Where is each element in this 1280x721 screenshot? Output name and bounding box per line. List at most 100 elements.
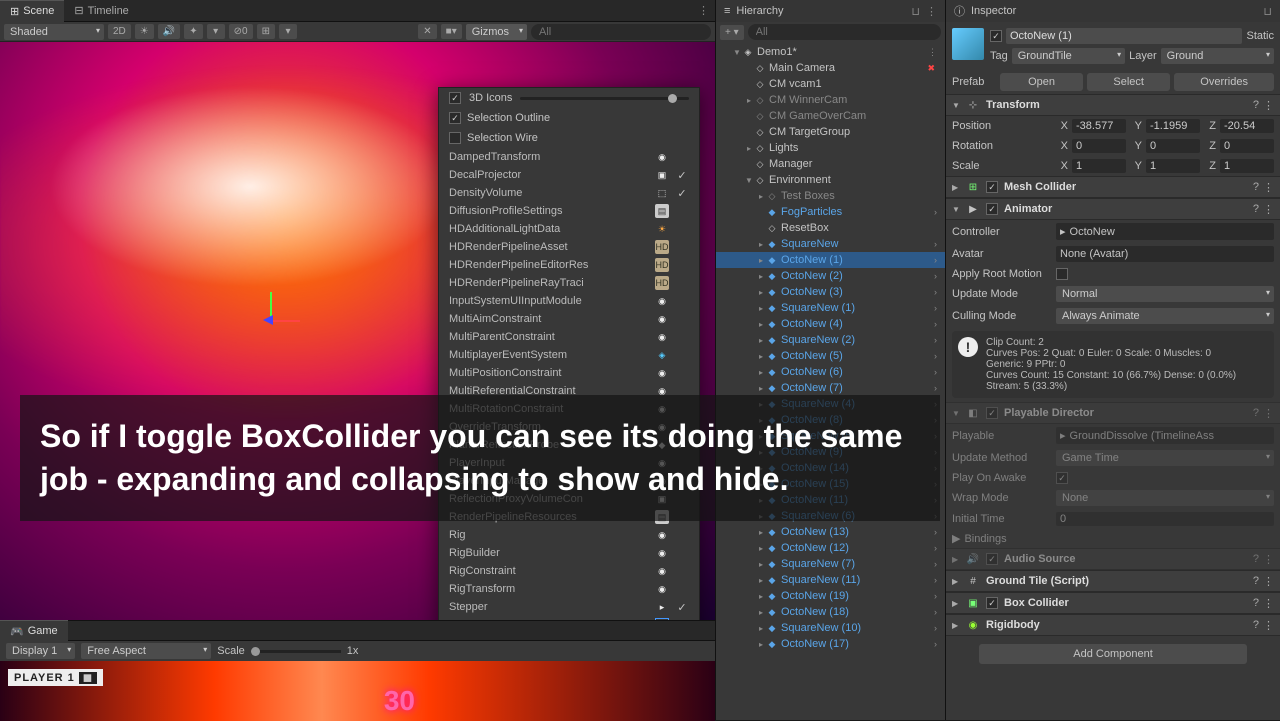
hierarchy-item[interactable]: ▸◆OctoNew (12)› [716,540,945,556]
scl-z-input[interactable]: 1 [1220,159,1274,173]
mesh-collider-toggle[interactable] [986,181,998,193]
add-component-button[interactable]: Add Component [979,644,1246,664]
hierarchy-item[interactable]: ▸◆OctoNew (19)› [716,588,945,604]
hierarchy-item[interactable]: ▸◆OctoNew (18)› [716,604,945,620]
hierarchy-item[interactable]: ▸◆OctoNew (1)› [716,252,945,268]
scale-slider[interactable] [251,650,341,653]
gizmo-item[interactable]: TextMeshProT [439,616,699,620]
fx-icon[interactable]: ✦ [184,24,202,39]
2d-toggle[interactable]: 2D [108,24,131,39]
camera-icon[interactable]: ■▾ [441,24,462,39]
display-dropdown[interactable]: Display 1 [6,643,75,659]
prefab-select-button[interactable]: Select [1087,73,1170,91]
create-dropdown[interactable]: + ▾ [720,25,744,40]
hierarchy-item[interactable]: ▸◆SquareNew› [716,236,945,252]
audio-toggle[interactable] [986,553,998,565]
help-icon[interactable]: ? [1253,99,1259,112]
gizmo-item[interactable]: HDAdditionalLightData☀ [439,220,699,238]
hierarchy-item[interactable]: ▼◇Environment [716,172,945,188]
tab-scene[interactable]: ⊞ Scene [0,0,64,22]
hierarchy-search[interactable] [748,24,941,40]
gizmo-item[interactable]: DecalProjector▣✓ [439,166,699,184]
avatar-field[interactable]: None (Avatar) [1056,246,1274,262]
shading-dropdown[interactable]: Shaded [4,24,104,40]
tab-game[interactable]: 🎮 Game [0,620,68,642]
rot-y-input[interactable]: 0 [1146,139,1200,153]
gizmo-item[interactable]: RigBuilder◉ [439,544,699,562]
go-name-input[interactable]: OctoNew (1) [1006,28,1242,44]
gizmo-item[interactable]: HDRenderPipelineRayTraciHD [439,274,699,292]
hierarchy-item[interactable]: ▸◆SquareNew (7)› [716,556,945,572]
hierarchy-item[interactable]: ▸◆OctoNew (4)› [716,316,945,332]
gizmo-item[interactable]: HDRenderPipelineAssetHD [439,238,699,256]
wrap-dropdown[interactable]: None [1056,490,1274,506]
more-icon[interactable]: ⋮ [1263,99,1274,112]
animator-header[interactable]: ▼▶ Animator ?⋮ [946,198,1280,220]
controller-field[interactable]: ▸OctoNew [1056,223,1274,240]
culling-mode-dropdown[interactable]: Always Animate [1056,308,1274,324]
gizmo-item[interactable]: Rig◉ [439,526,699,544]
gizmo-item[interactable]: MultiAimConstraint◉ [439,310,699,328]
gizmo-item[interactable]: MultiplayerEventSystem◈ [439,346,699,364]
play-awake-checkbox[interactable] [1056,472,1068,484]
rot-x-input[interactable]: 0 [1072,139,1126,153]
gizmo-item[interactable]: DensityVolume⬚✓ [439,184,699,202]
hierarchy-menu-icon[interactable]: ⋮ [926,5,937,18]
hierarchy-item[interactable]: ▸◆OctoNew (5)› [716,348,945,364]
scene-viewport[interactable]: 3D Icons Selection Outline Selection Wir… [0,42,715,620]
hierarchy-item[interactable]: ◇CM vcam1 [716,76,945,92]
prefab-overrides-button[interactable]: Overrides [1174,73,1274,91]
pos-y-input[interactable]: -1.1959 [1146,119,1200,133]
prefab-icon[interactable] [952,28,984,60]
gizmo-item[interactable]: RigTransform◉ [439,580,699,598]
gizmo-item[interactable]: HDRenderPipelineEditorResHD [439,256,699,274]
prefab-open-button[interactable]: Open [1000,73,1083,91]
hierarchy-item[interactable]: ◇CM GameOverCam [716,108,945,124]
audio-icon[interactable]: 🔊 [158,24,180,39]
layer-dropdown[interactable]: Ground [1161,48,1274,64]
sel-wire-checkbox[interactable] [449,132,461,144]
pd-update-dropdown[interactable]: Game Time [1056,450,1274,466]
rot-z-input[interactable]: 0 [1220,139,1274,153]
hierarchy-item[interactable]: ▸◆OctoNew (17)› [716,636,945,652]
aspect-dropdown[interactable]: Free Aspect [81,643,211,659]
hierarchy-item[interactable]: ◇Manager [716,156,945,172]
pos-z-input[interactable]: -20.54 [1220,119,1274,133]
playable-toggle[interactable] [986,407,998,419]
gizmos-dropdown[interactable]: Gizmos [466,24,527,40]
hierarchy-item[interactable]: ▸◇CM WinnerCam [716,92,945,108]
hierarchy-item[interactable]: ▸◆SquareNew (10)› [716,620,945,636]
hidden-icon[interactable]: ⊘0 [229,24,253,39]
fx-dd-icon[interactable]: ▾ [207,24,225,39]
go-active-checkbox[interactable] [990,30,1002,42]
hierarchy-item[interactable]: ▸◆SquareNew (11)› [716,572,945,588]
box-collider-header[interactable]: ▶▣ Box Collider?⋮ [946,592,1280,614]
hierarchy-item[interactable]: ▸◆OctoNew (6)› [716,364,945,380]
static-label[interactable]: Static [1246,30,1274,42]
bindings-label[interactable]: Bindings [964,533,1006,545]
hierarchy-list[interactable]: ▼◈Demo1*⋮◇Main Camera✖◇CM vcam1▸◇CM Winn… [716,42,945,720]
tab-menu-icon[interactable]: ⋮ [698,4,715,17]
lighting-icon[interactable]: ☀ [135,24,154,39]
mesh-collider-header[interactable]: ▶⊞ Mesh Collider ?⋮ [946,176,1280,198]
box-collider-toggle[interactable] [986,597,998,609]
audio-source-header[interactable]: ▶🔊 Audio Source?⋮ [946,548,1280,570]
grid-icon[interactable]: ⊞ [257,24,275,39]
tag-dropdown[interactable]: GroundTile [1012,48,1125,64]
sel-outline-checkbox[interactable] [449,112,461,124]
animator-toggle[interactable] [986,203,998,215]
hierarchy-item[interactable]: ▸◇Lights [716,140,945,156]
hierarchy-item[interactable]: ▸◇Test Boxes [716,188,945,204]
update-mode-dropdown[interactable]: Normal [1056,286,1274,302]
inspector-lock-icon[interactable]: ⊔ [1263,5,1272,18]
hierarchy-item[interactable]: ◇CM TargetGroup [716,124,945,140]
hierarchy-item[interactable]: ◇Main Camera✖ [716,60,945,76]
gizmo-item[interactable]: InputSystemUIInputModule◉ [439,292,699,310]
tab-timeline[interactable]: ⊟ Timeline [64,0,138,22]
hierarchy-item[interactable]: ▸◆SquareNew (1)› [716,300,945,316]
pos-x-input[interactable]: -38.577 [1072,119,1126,133]
gizmo-item[interactable]: RigConstraint◉ [439,562,699,580]
rigidbody-header[interactable]: ▶◉ Rigidbody?⋮ [946,614,1280,636]
hierarchy-item[interactable]: ◆FogParticles› [716,204,945,220]
scene-search[interactable] [531,24,711,40]
